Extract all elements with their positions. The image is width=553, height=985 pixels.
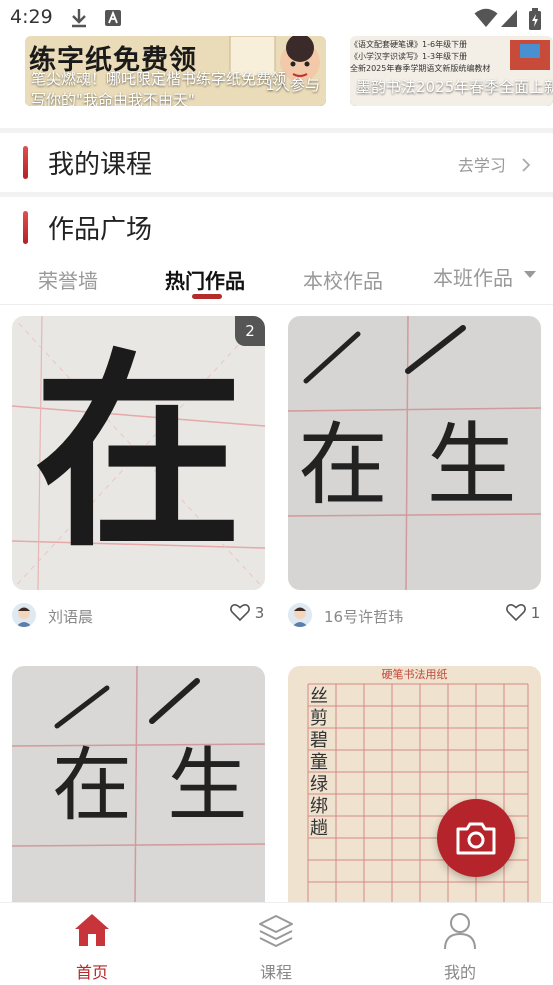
work-meta: 16号许哲玮 1 (288, 603, 541, 631)
camera-upload-button[interactable] (437, 799, 515, 877)
work-photo-character: 在 (33, 329, 244, 576)
nav-courses-label: 课程 (259, 963, 292, 982)
avatar[interactable] (12, 603, 36, 627)
like-button[interactable]: 1 (506, 603, 540, 622)
image-count-badge: 2 (235, 316, 265, 346)
app-notification-icon (105, 10, 121, 26)
home-icon (75, 914, 109, 946)
work-photo-caption: 丝 剪 碧 童 绿 绑 趟 (310, 686, 328, 839)
download-icon (72, 9, 86, 28)
banner-2-line-2: 《小学汉字识读写》1-3年级下册 (350, 52, 468, 61)
promo-banner-1[interactable]: 练字纸免费领 1人参与 笔尖燃魂！哪吒限定楷书练字纸免费领 写你的"我命由我不由… (25, 36, 326, 106)
work-photo-title: 硬笔书法用纸 (381, 668, 448, 681)
status-time: 4:29 (10, 6, 53, 28)
work-card[interactable]: 硬笔书法用纸 丝 剪 碧 童 绿 绑 趟 (288, 666, 541, 906)
bottom-navigation: 首页 课程 我的 (0, 902, 553, 985)
nav-profile[interactable]: 我的 (410, 903, 510, 985)
layers-icon (259, 915, 293, 947)
banner-2-line-1: 《语文配套硬笔课》1-6年级下册 (350, 40, 468, 49)
section-divider (0, 128, 553, 133)
heart-icon (230, 604, 250, 622)
battery-icon (529, 8, 541, 30)
heart-icon (506, 604, 526, 622)
banner-2-title: 墨韵书法2025年春季全面上新 (356, 78, 553, 96)
section-divider (0, 192, 553, 197)
user-icon (444, 913, 476, 950)
banner-1-title: 笔尖燃魂！哪吒限定楷书练字纸免费领 (31, 70, 287, 88)
author-name[interactable]: 刘语晨 (48, 606, 93, 627)
tab-class-works[interactable]: 本班作品 (433, 262, 513, 291)
tab-school-works[interactable]: 本校作品 (303, 265, 383, 294)
author-name[interactable]: 16号许哲玮 (324, 606, 403, 627)
work-card[interactable]: 在 2 (12, 316, 265, 590)
my-courses-title: 我的课程 (48, 150, 153, 180)
like-button[interactable]: 3 (230, 603, 264, 622)
avatar[interactable] (288, 603, 312, 627)
gallery-accent-bar (23, 211, 28, 244)
work-photo-caption: 在 生 (298, 413, 517, 518)
promo-banner-2[interactable]: 《语文配套硬笔课》1-6年级下册 《小学汉字识读写》1-3年级下册 全新2025… (350, 36, 553, 106)
gallery-tabs: 荣誉墙 热门作品 本校作品 本班作品 (0, 258, 553, 305)
my-courses-accent-bar (23, 146, 28, 179)
nav-profile-label: 我的 (443, 963, 476, 982)
dropdown-arrow-icon[interactable] (524, 271, 536, 279)
work-meta: 刘语晨 3 (12, 603, 265, 631)
nav-home[interactable]: 首页 (42, 903, 142, 985)
gallery-title: 作品广场 (48, 215, 153, 245)
like-count: 1 (530, 604, 541, 622)
nav-home-label: 首页 (75, 963, 108, 982)
banner-1-subtitle: 写你的"我命由我不由天" (31, 91, 195, 106)
work-card[interactable]: 在 生 (12, 666, 265, 906)
tab-hot-works[interactable]: 热门作品 (165, 265, 245, 294)
work-photo-caption: 在 生 (52, 739, 248, 832)
nav-courses[interactable]: 课程 (226, 903, 326, 985)
banner-2-line-3: 全新2025年春季学期语文新版统编教材 (350, 64, 491, 73)
active-tab-indicator (192, 294, 222, 299)
go-study-link[interactable]: 去学习 (458, 152, 531, 176)
wifi-icon (474, 8, 498, 27)
avatar-image (12, 603, 36, 627)
work-card[interactable]: 在 生 (288, 316, 541, 590)
like-count: 3 (254, 604, 265, 622)
go-study-label: 去学习 (457, 156, 506, 175)
status-bar: 4:29 (0, 0, 553, 36)
camera-icon (456, 822, 496, 855)
chevron-right-icon (522, 158, 531, 172)
signal-icon (501, 10, 517, 27)
tab-honor-wall[interactable]: 荣誉墙 (38, 265, 98, 294)
avatar-image (288, 603, 312, 627)
